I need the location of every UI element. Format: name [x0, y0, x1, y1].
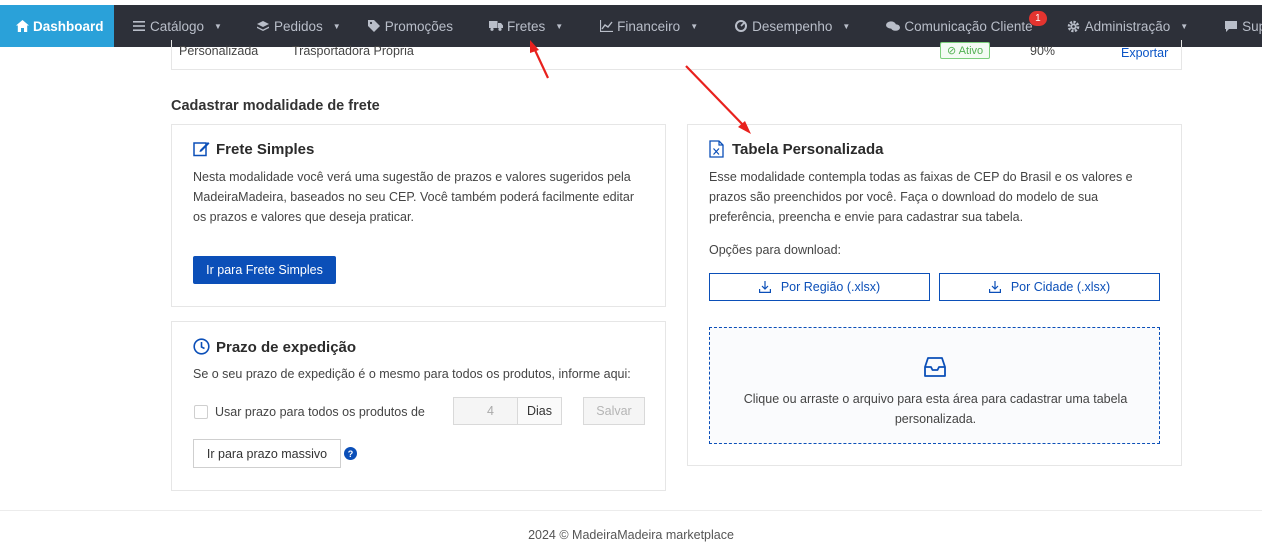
chevron-down-icon: ▼	[332, 21, 341, 31]
chevron-down-icon: ▼	[842, 21, 851, 31]
frete-simples-card: Frete Simples Nesta modalidade você verá…	[171, 124, 666, 307]
nav-promocoes-label: Promoções	[384, 18, 453, 34]
days-unit: Dias	[517, 397, 562, 425]
checkbox-label: Usar prazo para todos os produtos de	[215, 405, 425, 419]
list-icon	[132, 19, 146, 33]
export-link[interactable]: Exportar	[1121, 46, 1168, 60]
download-icon	[988, 281, 1001, 293]
chat-icon	[886, 19, 901, 33]
nav-fretes-label: Fretes	[506, 18, 546, 34]
download-regiao-button[interactable]: Por Região (.xlsx)	[709, 273, 930, 301]
clock-icon	[193, 338, 211, 356]
layers-icon	[256, 19, 270, 33]
days-input[interactable]: 4	[453, 397, 518, 425]
status-badge: ⊘ Ativo	[940, 42, 991, 59]
truck-icon	[488, 19, 503, 33]
tabela-text: Esse modalidade contempla todas as faixa…	[709, 170, 1133, 224]
notification-badge: 1	[1029, 11, 1047, 26]
nav-financeiro-label: Financeiro	[617, 18, 681, 34]
prazo-card: Prazo de expedição Se o seu prazo de exp…	[171, 321, 666, 491]
nav-comunicacao-label: Comunicação Cliente	[904, 18, 1033, 34]
download-cidade-button[interactable]: Por Cidade (.xlsx)	[939, 273, 1160, 301]
download-icon	[758, 281, 771, 293]
dropzone-text: Clique ou arraste o arquivo para esta ár…	[743, 392, 1128, 426]
nav-suporte-label: Suporte	[1242, 18, 1262, 34]
nav-suporte[interactable]: Suporte	[1224, 5, 1262, 47]
prazo-text: Se o seu prazo de expedição é o mesmo pa…	[193, 367, 631, 381]
chevron-down-icon: ▼	[555, 21, 564, 31]
tag-icon	[367, 19, 381, 33]
check-circle-icon: ⊘	[947, 45, 957, 57]
prazo-title: Prazo de expedição	[193, 338, 356, 356]
section-title: Cadastrar modalidade de frete	[171, 98, 380, 114]
upload-dropzone[interactable]: Clique ou arraste o arquivo para esta ár…	[709, 327, 1160, 444]
home-icon	[16, 19, 29, 33]
message-icon	[1224, 19, 1238, 33]
frete-simples-title: Frete Simples	[193, 140, 314, 158]
edit-icon	[193, 140, 211, 158]
download-options-label: Opções para download:	[709, 243, 842, 257]
chevron-down-icon: ▼	[214, 21, 222, 31]
prazo-massivo-button[interactable]: Ir para prazo massivo	[193, 439, 341, 468]
cell-modalidade: Personalizada	[179, 44, 259, 58]
nav-desempenho-label: Desempenho	[752, 18, 833, 34]
tabela-title: Tabela Personalizada	[709, 140, 883, 158]
nav-administracao-label: Administração	[1084, 18, 1171, 34]
chevron-down-icon: ▼	[1180, 21, 1189, 31]
table-row: Personalizada Trasportadora Própria ⊘ At…	[171, 40, 1182, 70]
frete-simples-text: Nesta modalidade você verá uma sugestão …	[193, 170, 634, 224]
excel-file-icon	[709, 140, 727, 158]
gauge-icon	[734, 19, 748, 33]
line-chart-icon	[599, 19, 613, 33]
cell-percent: 90%	[1030, 44, 1056, 58]
nav-dashboard-label: Dashboard	[33, 18, 104, 34]
inbox-icon	[924, 357, 946, 382]
cell-transportadora: Trasportadora Própria	[292, 44, 414, 58]
frete-simples-button[interactable]: Ir para Frete Simples	[193, 256, 336, 284]
footer-divider	[0, 510, 1262, 511]
nav-pedidos-label: Pedidos	[273, 18, 323, 34]
chevron-down-icon: ▼	[690, 21, 699, 31]
gear-icon	[1067, 19, 1081, 33]
nav-catalogo-label: Catálogo	[150, 18, 205, 34]
save-button[interactable]: Salvar	[583, 397, 645, 425]
same-deadline-checkbox[interactable]	[194, 405, 208, 419]
footer: 2024 © MadeiraMadeira marketplace	[528, 528, 734, 542]
nav-dashboard[interactable]: Dashboard	[0, 5, 114, 47]
help-icon[interactable]: ?	[344, 447, 357, 460]
